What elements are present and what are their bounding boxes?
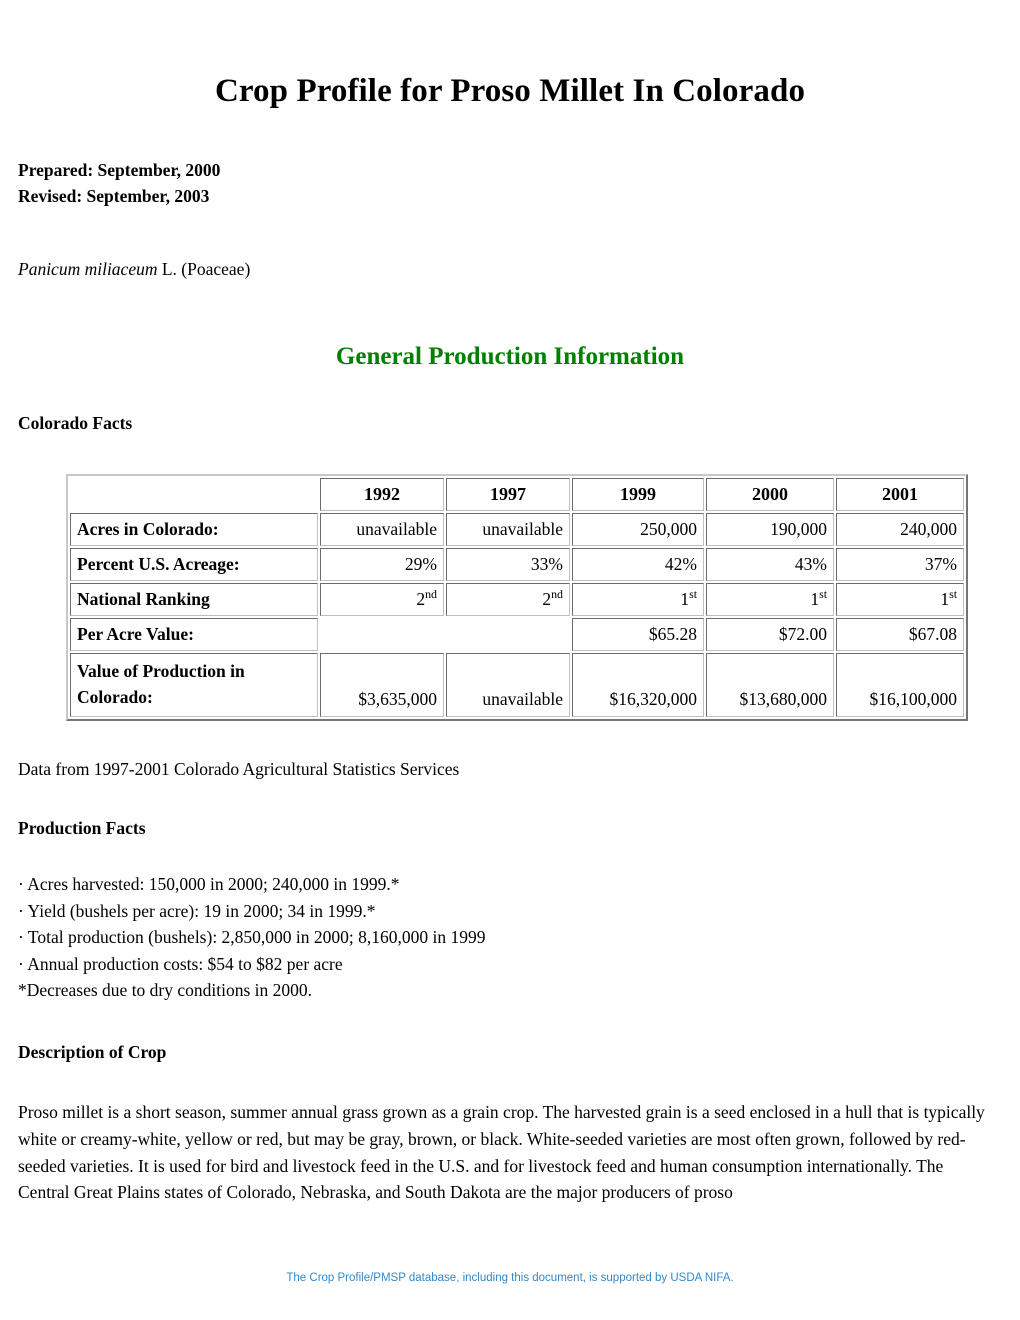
footnote-dry-conditions: *Decreases due to dry conditions in 2000… (18, 980, 313, 1001)
table-row: Per Acre Value: $65.28 $72.00 $67.08 (70, 618, 964, 652)
list-item: · Annual production costs: $54 to $82 pe… (18, 953, 343, 974)
column-header-2001: 2001 (836, 478, 964, 512)
table-corner-cell (70, 478, 318, 511)
cell-production-2001: $16,100,000 (836, 653, 964, 718)
species-authority: L. (Poaceae) (157, 258, 251, 279)
table-row: Value of Production in Colorado: $3,635,… (70, 653, 964, 718)
cell-percent-1992: 29% (320, 548, 444, 582)
cell-peracre-1997 (446, 618, 570, 651)
column-header-2000: 2000 (706, 478, 834, 512)
table-row: Acres in Colorado: unavailable unavailab… (70, 513, 964, 547)
column-header-1997: 1997 (446, 478, 570, 512)
footer-credit: The Crop Profile/PMSP database, includin… (286, 1272, 734, 1284)
cell-acres-1997: unavailable (446, 513, 570, 547)
cell-percent-2000: 43% (706, 548, 834, 582)
cell-ranking-1992: 2nd (320, 583, 444, 617)
species-binomial: Panicum miliaceum (18, 258, 158, 279)
cell-peracre-1999: $65.28 (572, 618, 704, 652)
row-label-value-of-production: Value of Production in Colorado: (70, 653, 318, 718)
list-item: · Total production (bushels): 2,850,000 … (18, 927, 486, 948)
cell-production-1992: $3,635,000 (320, 653, 444, 718)
cell-production-2000: $13,680,000 (706, 653, 834, 718)
cell-production-1999: $16,320,000 (572, 653, 704, 718)
cell-peracre-1992 (320, 618, 444, 651)
document-page: Crop Profile for Proso Millet In Colorad… (0, 0, 1020, 1320)
column-header-1992: 1992 (320, 478, 444, 512)
cell-acres-1999: 250,000 (572, 513, 704, 547)
table-header-row: 1992 1997 1999 2000 2001 (70, 478, 964, 512)
cell-ranking-1999: 1st (572, 583, 704, 617)
cell-percent-2001: 37% (836, 548, 964, 582)
cell-peracre-2000: $72.00 (706, 618, 834, 652)
revised-date: Revised: September, 2003 (18, 186, 210, 207)
row-label-national-ranking: National Ranking (70, 583, 318, 617)
subheading-colorado-facts: Colorado Facts (18, 413, 133, 434)
list-item: · Yield (bushels per acre): 19 in 2000; … (18, 900, 376, 921)
row-label-acres: Acres in Colorado: (70, 513, 318, 547)
scientific-name: Panicum miliaceum L. (Poaceae) (18, 257, 1002, 282)
cell-ranking-1997: 2nd (446, 583, 570, 617)
colorado-facts-table: 1992 1997 1999 2000 2001 Acres in Colora… (66, 474, 968, 722)
cell-ranking-2001: 1st (836, 583, 964, 617)
cell-percent-1999: 42% (572, 548, 704, 582)
row-label-percent-us-acreage: Percent U.S. Acreage: (70, 548, 318, 582)
document-meta: Prepared: September, 2000 Revised: Septe… (18, 157, 1002, 210)
table-row: National Ranking 2nd 2nd 1st 1st 1st (70, 583, 964, 617)
section-heading-general-production: General Production Information (335, 343, 685, 371)
cell-percent-1997: 33% (446, 548, 570, 582)
prepared-date: Prepared: September, 2000 (18, 159, 221, 180)
subheading-description-of-crop: Description of Crop (18, 1042, 167, 1062)
production-facts-list: · Acres harvested: 150,000 in 2000; 240,… (18, 839, 1002, 1004)
cell-peracre-2001: $67.08 (836, 618, 964, 652)
cell-acres-1992: unavailable (320, 513, 444, 547)
list-item: · Acres harvested: 150,000 in 2000; 240,… (18, 874, 400, 895)
cell-acres-2000: 190,000 (706, 513, 834, 547)
description-paragraph: Proso millet is a short season, summer a… (18, 1102, 985, 1203)
facts-table-container: 1992 1997 1999 2000 2001 Acres in Colora… (18, 434, 1002, 722)
subheading-production-facts: Production Facts (18, 818, 146, 839)
cell-production-1997: unavailable (446, 653, 570, 718)
cell-acres-2001: 240,000 (836, 513, 964, 547)
column-header-1999: 1999 (572, 478, 704, 512)
row-label-per-acre-value: Per Acre Value: (70, 618, 318, 652)
page-title: Crop Profile for Proso Millet In Colorad… (214, 73, 806, 109)
cell-ranking-2000: 1st (706, 583, 834, 617)
data-source-note: Data from 1997-2001 Colorado Agricultura… (18, 759, 460, 780)
table-row: Percent U.S. Acreage: 29% 33% 42% 43% 37… (70, 548, 964, 582)
